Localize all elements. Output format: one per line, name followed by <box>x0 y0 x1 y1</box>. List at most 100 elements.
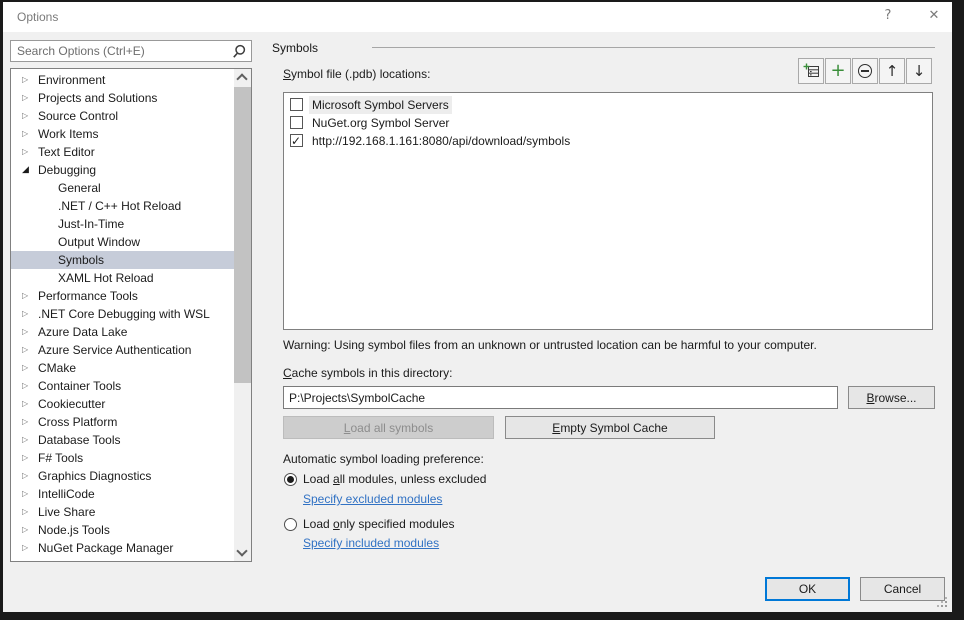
tree-item-label: Text Editor <box>38 143 95 161</box>
search-input[interactable] <box>11 41 235 61</box>
collapsed-chevron-icon[interactable]: ▷ <box>22 305 36 323</box>
scroll-up-icon[interactable] <box>234 69 251 86</box>
collapsed-chevron-icon[interactable]: ▷ <box>22 413 36 431</box>
symbol-location-row[interactable]: Microsoft Symbol Servers <box>284 96 932 114</box>
collapsed-chevron-icon[interactable]: ▷ <box>22 485 36 503</box>
tree-item-label: Cookiecutter <box>38 395 105 413</box>
tree-item-projects-and-solutions[interactable]: ▷Projects and Solutions <box>11 89 234 107</box>
symbol-location-label: NuGet.org Symbol Server <box>309 114 452 132</box>
tree-item-label: Source Control <box>38 107 118 125</box>
tree-item-label: Live Share <box>38 503 95 521</box>
tree-item-net-core-debugging-with-wsl[interactable]: ▷.NET Core Debugging with WSL <box>11 305 234 323</box>
tree-item-performance-tools[interactable]: ▷Performance Tools <box>11 287 234 305</box>
cache-directory-input[interactable] <box>284 387 837 408</box>
cancel-button[interactable]: Cancel <box>860 577 945 601</box>
symbol-locations-label: Symbol file (.pdb) locations: <box>283 67 430 81</box>
collapsed-chevron-icon[interactable]: ▷ <box>22 377 36 395</box>
collapsed-chevron-icon[interactable]: ▷ <box>22 539 36 557</box>
collapsed-chevron-icon[interactable]: ▷ <box>22 125 36 143</box>
empty-symbol-cache-button[interactable]: Empty Symbol Cache <box>505 416 715 439</box>
expanded-chevron-icon[interactable]: ◢ <box>22 161 36 179</box>
collapsed-chevron-icon[interactable]: ▷ <box>22 287 36 305</box>
scrollbar-thumb[interactable] <box>234 87 251 383</box>
checkbox-unchecked[interactable] <box>290 116 303 129</box>
tree-item-work-items[interactable]: ▷Work Items <box>11 125 234 143</box>
close-icon[interactable]: ✕ <box>923 8 945 26</box>
radio-load-all-modules-label[interactable]: Load all modules, unless excluded <box>303 472 486 486</box>
symbol-location-label: http://192.168.1.161:8080/api/download/s… <box>309 132 573 150</box>
new-location-button[interactable]: + <box>825 58 851 84</box>
collapsed-chevron-icon[interactable]: ▷ <box>22 341 36 359</box>
tree-scrollbar[interactable] <box>234 69 251 561</box>
browse-button[interactable]: Browse... <box>848 386 935 409</box>
symbol-location-row[interactable]: http://192.168.1.161:8080/api/download/s… <box>284 132 932 150</box>
collapsed-chevron-icon[interactable]: ▷ <box>22 143 36 161</box>
tree-item-source-control[interactable]: ▷Source Control <box>11 107 234 125</box>
move-down-button[interactable]: ↓ <box>906 58 932 84</box>
collapsed-chevron-icon[interactable]: ▷ <box>22 89 36 107</box>
minus-circle-icon <box>858 64 872 78</box>
collapsed-chevron-icon[interactable]: ▷ <box>22 359 36 377</box>
tree-item-output-window[interactable]: Output Window <box>11 233 234 251</box>
tree-item-live-share[interactable]: ▷Live Share <box>11 503 234 521</box>
tree-item-label: Just-In-Time <box>58 215 124 233</box>
title-bar[interactable]: Options ? ✕ <box>3 2 952 32</box>
tree-item-cmake[interactable]: ▷CMake <box>11 359 234 377</box>
collapsed-chevron-icon[interactable]: ▷ <box>22 431 36 449</box>
specify-included-modules-link[interactable]: Specify included modules <box>303 536 439 550</box>
scroll-down-icon[interactable] <box>234 544 251 561</box>
add-symbol-location-button[interactable] <box>798 58 824 84</box>
radio-load-all-modules[interactable] <box>284 473 297 486</box>
remove-location-button[interactable] <box>852 58 878 84</box>
tree-item-container-tools[interactable]: ▷Container Tools <box>11 377 234 395</box>
symbol-locations-list[interactable]: Microsoft Symbol ServersNuGet.org Symbol… <box>283 92 933 330</box>
tree-item-environment[interactable]: ▷Environment <box>11 71 234 89</box>
tree-item-just-in-time[interactable]: Just-In-Time <box>11 215 234 233</box>
tree-item-azure-data-lake[interactable]: ▷Azure Data Lake <box>11 323 234 341</box>
tree-item-nuget-package-manager[interactable]: ▷NuGet Package Manager <box>11 539 234 557</box>
resize-grip[interactable] <box>937 597 947 607</box>
collapsed-chevron-icon[interactable]: ▷ <box>22 395 36 413</box>
collapsed-chevron-icon[interactable]: ▷ <box>22 71 36 89</box>
tree-item-label: Database Tools <box>38 431 121 449</box>
tree-item-database-tools[interactable]: ▷Database Tools <box>11 431 234 449</box>
specify-excluded-modules-link[interactable]: Specify excluded modules <box>303 492 442 506</box>
collapsed-chevron-icon[interactable]: ▷ <box>22 467 36 485</box>
tree-item-debugging[interactable]: ◢Debugging <box>11 161 234 179</box>
radio-load-only-specified-label[interactable]: Load only specified modules <box>303 517 454 531</box>
radio-load-only-specified[interactable] <box>284 518 297 531</box>
search-options-box[interactable] <box>10 40 252 62</box>
tree-item-label: General <box>58 179 101 197</box>
checkbox-unchecked[interactable] <box>290 98 303 111</box>
tree-item-f-tools[interactable]: ▷F# Tools <box>11 449 234 467</box>
tree-item-cookiecutter[interactable]: ▷Cookiecutter <box>11 395 234 413</box>
tree-item-cross-platform[interactable]: ▷Cross Platform <box>11 413 234 431</box>
tree-item-general[interactable]: General <box>11 179 234 197</box>
help-icon[interactable]: ? <box>877 8 899 26</box>
tree-item-node-js-tools[interactable]: ▷Node.js Tools <box>11 521 234 539</box>
tree-item-text-editor[interactable]: ▷Text Editor <box>11 143 234 161</box>
collapsed-chevron-icon[interactable]: ▷ <box>22 323 36 341</box>
tree-item-label: Debugging <box>38 161 96 179</box>
tree-item-xaml-hot-reload[interactable]: XAML Hot Reload <box>11 269 234 287</box>
up-arrow-icon: ↑ <box>886 64 899 79</box>
collapsed-chevron-icon[interactable]: ▷ <box>22 107 36 125</box>
ok-button[interactable]: OK <box>765 577 850 601</box>
tree-item-label: Performance Tools <box>38 287 138 305</box>
collapsed-chevron-icon[interactable]: ▷ <box>22 449 36 467</box>
cache-directory-field[interactable] <box>283 386 838 409</box>
symbol-location-row[interactable]: NuGet.org Symbol Server <box>284 114 932 132</box>
checkbox-checked[interactable] <box>290 134 303 147</box>
tree-item-net-c-hot-reload[interactable]: .NET / C++ Hot Reload <box>11 197 234 215</box>
tree-item-symbols[interactable]: Symbols <box>11 251 234 269</box>
tree-item-intellicode[interactable]: ▷IntelliCode <box>11 485 234 503</box>
options-category-tree: ▷Environment▷Projects and Solutions▷Sour… <box>10 68 252 562</box>
collapsed-chevron-icon[interactable]: ▷ <box>22 503 36 521</box>
move-up-button[interactable]: ↑ <box>879 58 905 84</box>
add-server-icon <box>803 63 820 79</box>
symbol-location-label: Microsoft Symbol Servers <box>309 96 452 114</box>
tree-item-azure-service-authentication[interactable]: ▷Azure Service Authentication <box>11 341 234 359</box>
tree-item-graphics-diagnostics[interactable]: ▷Graphics Diagnostics <box>11 467 234 485</box>
tree-item-label: Container Tools <box>38 377 121 395</box>
collapsed-chevron-icon[interactable]: ▷ <box>22 521 36 539</box>
